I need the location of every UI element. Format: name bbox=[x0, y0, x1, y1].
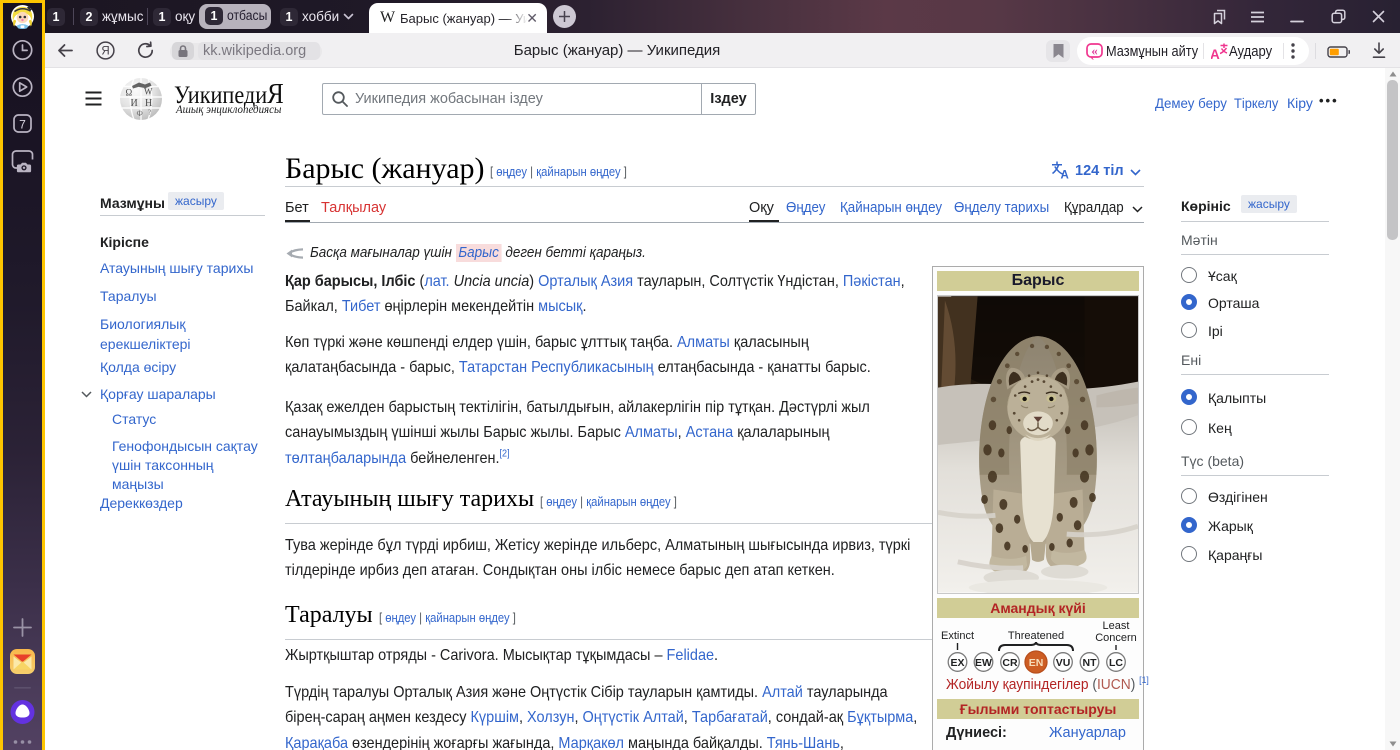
svg-text:W: W bbox=[144, 87, 153, 97]
svg-text:Ф: Ф bbox=[137, 109, 143, 118]
svg-text:Ω: Ω bbox=[126, 88, 133, 98]
svg-text:Я: Я bbox=[101, 46, 109, 58]
svg-text:7: 7 bbox=[19, 118, 26, 132]
svg-text:EW: EW bbox=[975, 657, 992, 669]
svg-text:«: « bbox=[1091, 43, 1098, 58]
svg-text:VU: VU bbox=[1056, 657, 1071, 669]
svg-text:A: A bbox=[1061, 170, 1069, 180]
svg-text:Н: Н bbox=[145, 98, 152, 109]
svg-text:EX: EX bbox=[950, 657, 964, 669]
svg-text:Concern: Concern bbox=[1095, 632, 1137, 644]
svg-text:NT: NT bbox=[1083, 657, 1098, 669]
svg-text:A: A bbox=[1211, 47, 1220, 60]
svg-text:LC: LC bbox=[1109, 657, 1123, 669]
svg-text:И: И bbox=[131, 98, 138, 109]
svg-text:?: ? bbox=[148, 109, 151, 117]
svg-text:Threatened: Threatened bbox=[1008, 630, 1064, 642]
svg-text:Extinct: Extinct bbox=[941, 630, 974, 642]
svg-text:Least: Least bbox=[1103, 621, 1130, 632]
svg-text:CR: CR bbox=[1002, 657, 1018, 669]
svg-text:EN: EN bbox=[1029, 657, 1044, 669]
